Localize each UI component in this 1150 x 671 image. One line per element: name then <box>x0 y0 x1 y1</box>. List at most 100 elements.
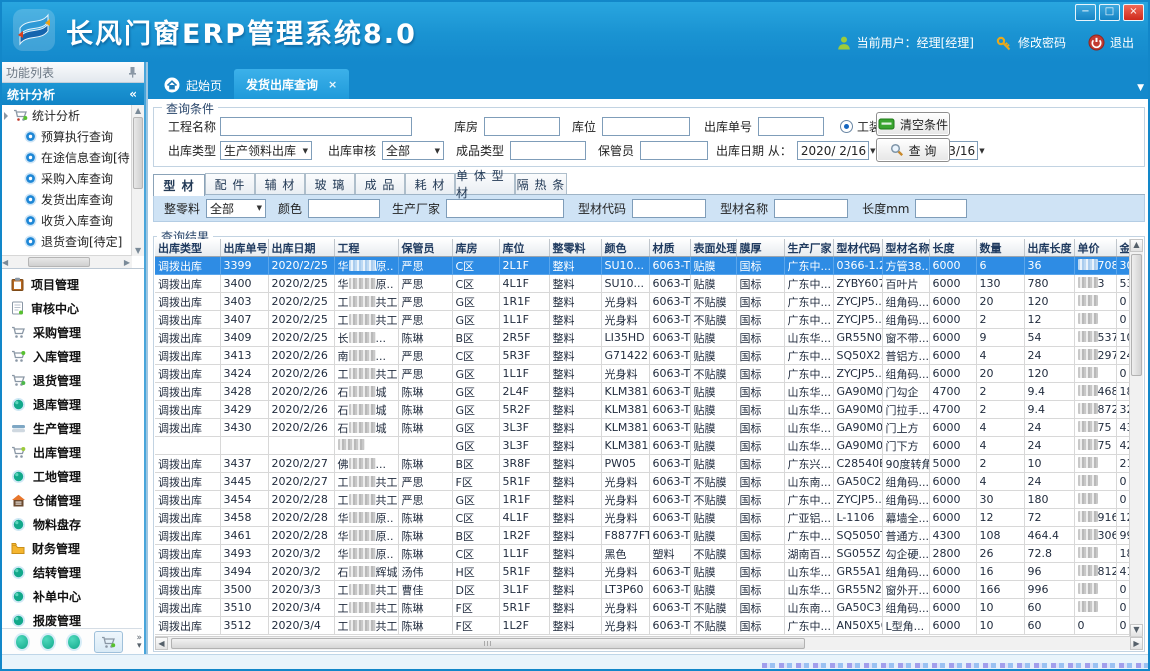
color-input[interactable] <box>308 199 380 218</box>
sidebar-item-7[interactable]: 出库管理 <box>0 440 144 464</box>
column-header-17[interactable]: 出库长度 <box>1024 239 1074 257</box>
outbound-audit-select[interactable]: 全部▼ <box>382 141 444 160</box>
pin-icon[interactable] <box>128 66 138 78</box>
module-dot-button-2[interactable] <box>42 635 54 649</box>
material-tab-0[interactable]: 型 材 <box>153 174 205 196</box>
change-password-button[interactable]: 修改密码 <box>996 34 1066 51</box>
tree-root-statistics[interactable]: 统计分析 <box>0 105 132 126</box>
table-row[interactable]: 调拨出库34612020/2/28华原..陈琳B区1R2F整料F8877FT60… <box>155 527 1141 545</box>
material-tab-7[interactable]: 隔 热 条 <box>515 173 567 194</box>
column-header-0[interactable]: 出库类型 <box>155 239 220 257</box>
table-row[interactable]: 调拨出库35122020/3/4工共工程陈琳F区1L2F整料光身料6063-T5… <box>155 617 1141 635</box>
outbound-type-select[interactable]: 生产领料出库▼ <box>220 141 312 160</box>
location-input[interactable] <box>602 117 690 136</box>
minimize-button[interactable]: − <box>1075 4 1096 21</box>
tree-item-1[interactable]: 在途信息查询[待 <box>0 147 132 168</box>
table-row[interactable]: 调拨出库34002020/2/25华原..严思C区4L1F整料SU10...60… <box>155 275 1141 293</box>
profile-name-input[interactable] <box>774 199 848 218</box>
vscroll-thumb[interactable] <box>1131 254 1142 376</box>
column-header-5[interactable]: 库房 <box>452 239 499 257</box>
table-row[interactable]: 调拨出库34582020/2/28华原..陈琳C区4L1F整料光身料6063-T… <box>155 509 1141 527</box>
sidebar-item-13[interactable]: 补单中心 <box>0 584 144 608</box>
column-header-2[interactable]: 出库日期 <box>268 239 334 257</box>
tab-home[interactable]: 起始页 <box>152 71 234 99</box>
material-tab-6[interactable]: 单 体 型 材 <box>455 173 515 194</box>
keeper-input[interactable] <box>640 141 708 160</box>
tree-vertical-scrollbar[interactable]: ▲ ▼ <box>131 105 144 256</box>
sidebar-item-4[interactable]: 退货管理 <box>0 368 144 392</box>
column-header-4[interactable]: 保管员 <box>398 239 452 257</box>
tree-item-2[interactable]: 采购入库查询 <box>0 168 132 189</box>
grid-vertical-scrollbar[interactable]: ▲ ▼ <box>1129 239 1143 637</box>
column-header-16[interactable]: 数量 <box>976 239 1024 257</box>
column-header-13[interactable]: 型材代码 <box>833 239 882 257</box>
column-header-14[interactable]: 型材名称 <box>882 239 929 257</box>
table-row[interactable]: 调拨出库34302020/2/26石城陈琳G区3L3F整料KLM38176063… <box>155 419 1141 437</box>
tree-horizontal-scrollbar[interactable]: ◀ ▶ <box>0 255 132 268</box>
clear-conditions-button[interactable]: 清空条件 <box>876 112 950 136</box>
length-input[interactable] <box>915 199 967 218</box>
column-header-6[interactable]: 库位 <box>499 239 549 257</box>
hscroll-thumb[interactable] <box>171 638 805 649</box>
overflow-chevron[interactable]: »▾ <box>137 634 143 650</box>
logout-button[interactable]: 退出 <box>1088 34 1134 51</box>
table-row[interactable]: 调拨出库35002020/3/3工共工程曹佳D区3L1F整料LT3P606063… <box>155 581 1141 599</box>
order-no-input[interactable] <box>758 117 824 136</box>
sidebar-item-12[interactable]: 结转管理 <box>0 560 144 584</box>
module-dot-button-3[interactable] <box>68 635 80 649</box>
tab-shipment-outbound-query[interactable]: 发货出库查询 × <box>234 69 349 99</box>
table-row[interactable]: 调拨出库34452020/2/27工共工程严思F区5R1F整料光身料6063-T… <box>155 473 1141 491</box>
column-header-9[interactable]: 材质 <box>649 239 690 257</box>
cart-module-button[interactable] <box>94 631 122 653</box>
table-row[interactable]: 调拨出库34282020/2/26石城陈琳G区2L4F整料KLM38176063… <box>155 383 1141 401</box>
tab-list-dropdown-icon[interactable]: ▼ <box>1137 83 1144 93</box>
sidebar-item-3[interactable]: 入库管理 <box>0 344 144 368</box>
column-header-15[interactable]: 长度 <box>929 239 976 257</box>
table-row[interactable]: 调拨出库34092020/2/25长...陈琳B区2R5F整料LI35HD606… <box>155 329 1141 347</box>
sidebar-item-0[interactable]: 项目管理 <box>0 272 144 296</box>
column-header-1[interactable]: 出库单号 <box>220 239 268 257</box>
material-tab-1[interactable]: 配 件 <box>205 173 255 194</box>
column-header-8[interactable]: 颜色 <box>601 239 649 257</box>
sidebar-item-1[interactable]: 审核中心 <box>0 296 144 320</box>
sidebar-item-8[interactable]: 工地管理 <box>0 464 144 488</box>
sidebar-item-11[interactable]: 财务管理 <box>0 536 144 560</box>
tree-item-3[interactable]: 发货出库查询 <box>0 189 132 210</box>
scroll-up-icon[interactable]: ▲ <box>1130 239 1143 252</box>
tree-item-4[interactable]: 收货入库查询 <box>0 210 132 231</box>
material-tab-3[interactable]: 玻 璃 <box>305 173 355 194</box>
table-row[interactable]: 调拨出库33992020/2/25华原..严思C区2L1F整料SU10...60… <box>155 257 1141 275</box>
column-header-7[interactable]: 整零料 <box>549 239 601 257</box>
material-tab-5[interactable]: 耗 材 <box>405 173 455 194</box>
column-header-12[interactable]: 生产厂家 <box>784 239 833 257</box>
column-header-3[interactable]: 工程 <box>334 239 398 257</box>
profile-code-input[interactable] <box>632 199 706 218</box>
factory-input[interactable] <box>446 199 564 218</box>
section-header-statistics[interactable]: 统计分析 « <box>0 83 144 105</box>
whole-piece-select[interactable]: 全部▼ <box>206 199 266 218</box>
scroll-right-icon[interactable]: ▶ <box>1130 637 1143 650</box>
column-header-10[interactable]: 表面处理 <box>690 239 736 257</box>
maximize-button[interactable]: □ <box>1099 4 1120 21</box>
sidebar-item-9[interactable]: 仓储管理 <box>0 488 144 512</box>
table-row[interactable]: 调拨出库34542020/2/28工共工程严思G区1R1F整料光身料6063-T… <box>155 491 1141 509</box>
project-name-input[interactable] <box>220 117 412 136</box>
table-row[interactable]: 调拨出库34132020/2/26南...严思C区5R3F整料G71422606… <box>155 347 1141 365</box>
table-row[interactable]: 调拨出库34292020/2/26石城陈琳G区5R2F整料KLM38176063… <box>155 401 1141 419</box>
material-tab-2[interactable]: 辅 材 <box>255 173 305 194</box>
search-button[interactable]: 查 询 <box>876 138 950 162</box>
warehouse-input[interactable] <box>484 117 560 136</box>
sidebar-item-2[interactable]: 采购管理 <box>0 320 144 344</box>
tree-expander-icon[interactable] <box>4 112 8 120</box>
collapse-icon[interactable]: « <box>129 87 137 101</box>
date-from-select[interactable]: 2020/ 2/16▼ <box>797 141 869 160</box>
sidebar-item-6[interactable]: 生产管理 <box>0 416 144 440</box>
tab-close-icon[interactable]: × <box>328 78 337 91</box>
table-row[interactable]: 调拨出库34032020/2/25工共工程严思G区1R1F整料光身料6063-T… <box>155 293 1141 311</box>
tree-item-0[interactable]: 预算执行查询 <box>0 126 132 147</box>
grid-horizontal-scrollbar[interactable]: ◀ ▶ <box>155 636 1143 650</box>
module-dot-button-1[interactable] <box>16 635 28 649</box>
material-tab-4[interactable]: 成 品 <box>355 173 405 194</box>
column-header-18[interactable]: 单价 <box>1074 239 1116 257</box>
scroll-left-icon[interactable]: ◀ <box>155 637 168 650</box>
